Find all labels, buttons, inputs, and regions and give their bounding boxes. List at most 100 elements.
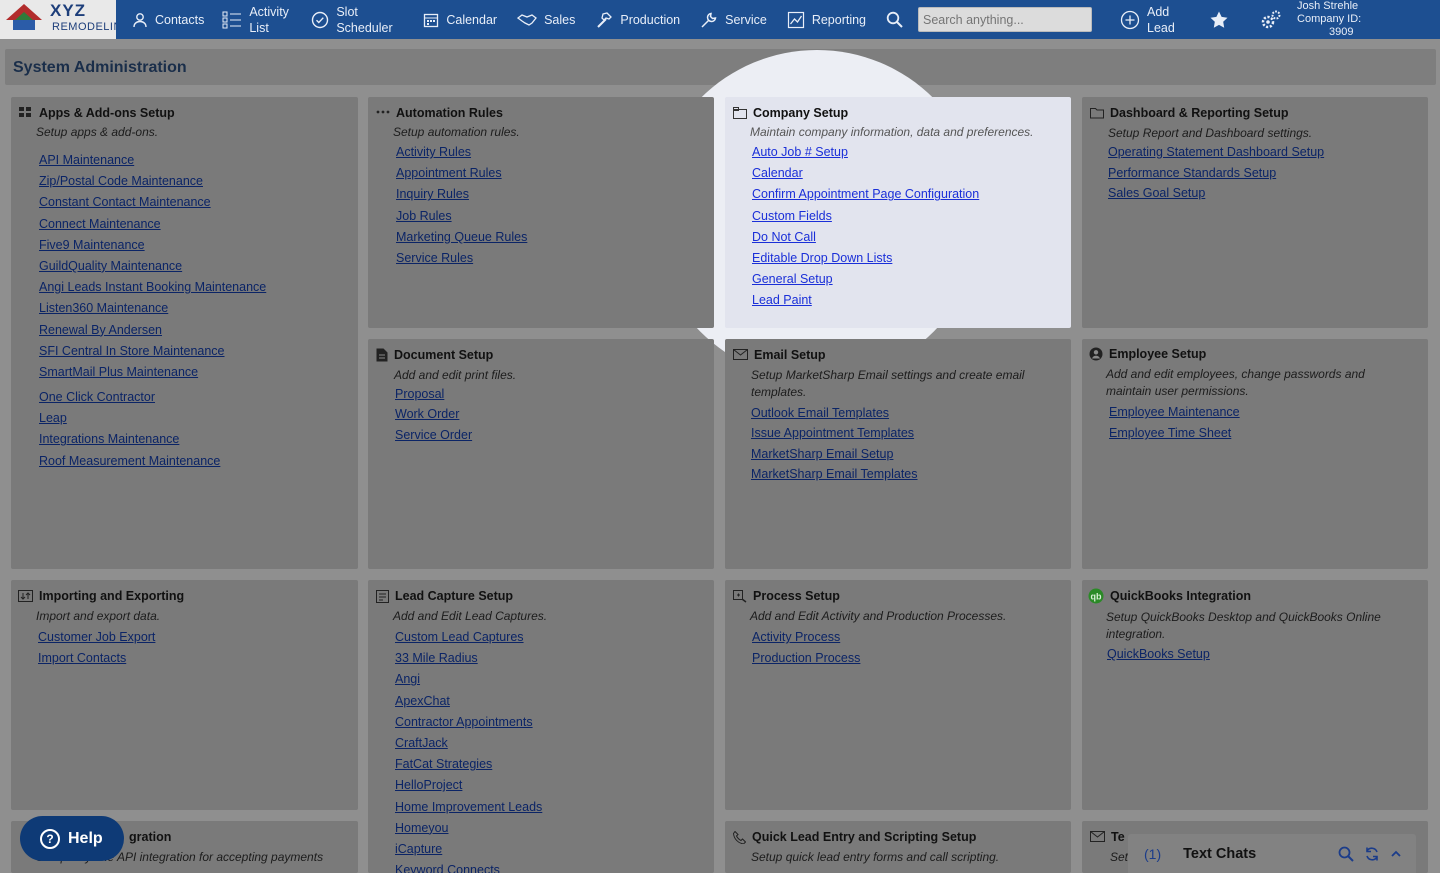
panel-company-title: Company Setup bbox=[733, 106, 1071, 120]
link-inquiry-rules[interactable]: Inquiry Rules bbox=[396, 187, 469, 201]
link-performance-standards[interactable]: Performance Standards Setup bbox=[1108, 166, 1276, 180]
link-production-process[interactable]: Production Process bbox=[752, 651, 860, 665]
link-quickbooks-setup[interactable]: QuickBooks Setup bbox=[1107, 647, 1210, 661]
link-icapture[interactable]: iCapture bbox=[395, 842, 442, 856]
link-proposal[interactable]: Proposal bbox=[395, 387, 444, 401]
link-custom-lead-captures[interactable]: Custom Lead Captures bbox=[395, 630, 524, 644]
leadcapture-links: Custom Lead Captures 33 Mile Radius Angi… bbox=[376, 627, 714, 873]
link-api-maintenance[interactable]: API Maintenance bbox=[39, 153, 134, 167]
link-apexchat[interactable]: ApexChat bbox=[395, 694, 450, 708]
link-issue-appointment-templates[interactable]: Issue Appointment Templates bbox=[751, 426, 914, 440]
chevron-up-icon[interactable] bbox=[1390, 848, 1402, 860]
panel-lead-capture: Lead Capture Setup Add and Edit Lead Cap… bbox=[368, 580, 714, 873]
link-homeyou[interactable]: Homeyou bbox=[395, 821, 449, 835]
link-confirm-appointment[interactable]: Confirm Appointment Page Configuration bbox=[752, 187, 979, 201]
add-lead-button[interactable]: Add Lead bbox=[1120, 0, 1181, 39]
nav-contacts-label: Contacts bbox=[155, 12, 205, 27]
link-listen360[interactable]: Listen360 Maintenance bbox=[39, 301, 168, 315]
link-sales-goal[interactable]: Sales Goal Setup bbox=[1108, 186, 1205, 200]
link-angi-leads[interactable]: Angi Leads Instant Booking Maintenance bbox=[39, 280, 266, 294]
link-helloproject[interactable]: HelloProject bbox=[395, 778, 462, 792]
link-import-contacts[interactable]: Import Contacts bbox=[38, 651, 126, 665]
help-button[interactable]: ? Help bbox=[20, 816, 124, 861]
link-home-improvement-leads[interactable]: Home Improvement Leads bbox=[395, 800, 542, 814]
link-activity-rules[interactable]: Activity Rules bbox=[396, 145, 471, 159]
nav-service[interactable]: Service bbox=[700, 0, 767, 39]
add-lead-label: Add Lead bbox=[1147, 4, 1175, 35]
link-calendar[interactable]: Calendar bbox=[752, 166, 803, 180]
quickbooks-links: QuickBooks Setup bbox=[1088, 644, 1428, 665]
search-icon bbox=[886, 11, 903, 28]
refresh-icon[interactable] bbox=[1364, 846, 1380, 862]
link-angi[interactable]: Angi bbox=[395, 672, 420, 686]
link-customer-job-export[interactable]: Customer Job Export bbox=[38, 630, 155, 644]
link-lead-paint[interactable]: Lead Paint bbox=[752, 293, 812, 307]
link-work-order[interactable]: Work Order bbox=[395, 407, 459, 421]
handshake-icon bbox=[517, 13, 538, 26]
nav-production-label: Production bbox=[620, 12, 681, 27]
nav-calendar[interactable]: Calendar bbox=[423, 0, 497, 39]
link-five9[interactable]: Five9 Maintenance bbox=[39, 238, 145, 252]
link-marketsharp-email-setup[interactable]: MarketSharp Email Setup bbox=[751, 447, 893, 461]
search-icon[interactable] bbox=[1338, 846, 1354, 862]
panel-leadcapture-desc: Add and Edit Lead Captures. bbox=[393, 609, 548, 623]
text-chats-widget[interactable]: (1) Text Chats bbox=[1128, 834, 1416, 873]
link-leap[interactable]: Leap bbox=[39, 411, 67, 425]
link-activity-process[interactable]: Activity Process bbox=[752, 630, 840, 644]
link-service-order[interactable]: Service Order bbox=[395, 428, 472, 442]
link-job-rules[interactable]: Job Rules bbox=[396, 209, 452, 223]
link-sfi-central[interactable]: SFI Central In Store Maintenance bbox=[39, 344, 225, 358]
link-appointment-rules[interactable]: Appointment Rules bbox=[396, 166, 502, 180]
link-renewal-by-andersen[interactable]: Renewal By Andersen bbox=[39, 323, 162, 337]
link-craftjack[interactable]: CraftJack bbox=[395, 736, 448, 750]
link-guildquality[interactable]: GuildQuality Maintenance bbox=[39, 259, 182, 273]
link-editable-dropdown-lists[interactable]: Editable Drop Down Lists bbox=[752, 251, 892, 265]
link-zip-postal[interactable]: Zip/Postal Code Maintenance bbox=[39, 174, 203, 188]
link-contractor-appointments[interactable]: Contractor Appointments bbox=[395, 715, 533, 729]
list-icon bbox=[222, 11, 242, 28]
company-id-value: 3909 bbox=[1329, 26, 1354, 38]
nav-sales[interactable]: Sales bbox=[517, 0, 575, 39]
link-general-setup[interactable]: General Setup bbox=[752, 272, 833, 286]
user-info[interactable]: Josh Strehle Company ID: 3909 bbox=[1297, 0, 1361, 39]
process-icon bbox=[733, 589, 747, 603]
link-operating-statement[interactable]: Operating Statement Dashboard Setup bbox=[1108, 145, 1324, 159]
nav-slot-scheduler[interactable]: Slot Scheduler bbox=[311, 0, 394, 39]
link-smartmail-plus[interactable]: SmartMail Plus Maintenance bbox=[39, 365, 198, 379]
link-auto-job-setup[interactable]: Auto Job # Setup bbox=[752, 145, 848, 159]
link-outlook-email-templates[interactable]: Outlook Email Templates bbox=[751, 406, 889, 420]
nav-production[interactable]: Production bbox=[595, 0, 680, 39]
link-custom-fields[interactable]: Custom Fields bbox=[752, 209, 832, 223]
link-do-not-call[interactable]: Do Not Call bbox=[752, 230, 816, 244]
link-marketing-queue-rules[interactable]: Marketing Queue Rules bbox=[396, 230, 527, 244]
link-integrations[interactable]: Integrations Maintenance bbox=[39, 432, 179, 446]
link-employee-time-sheet[interactable]: Employee Time Sheet bbox=[1109, 426, 1231, 440]
search-input[interactable] bbox=[918, 7, 1093, 32]
link-keyword-connects[interactable]: Keyword Connects bbox=[395, 863, 500, 873]
nav-contacts[interactable]: Contacts bbox=[132, 0, 204, 39]
link-employee-maintenance[interactable]: Employee Maintenance bbox=[1109, 405, 1240, 419]
link-connect[interactable]: Connect Maintenance bbox=[39, 217, 161, 231]
user-name: Josh Strehle bbox=[1297, 0, 1359, 12]
search-button[interactable] bbox=[886, 0, 910, 39]
apps-links: API Maintenance Zip/Postal Code Maintena… bbox=[19, 150, 358, 472]
nav-activity-list[interactable]: Activity List bbox=[222, 0, 295, 39]
link-service-rules[interactable]: Service Rules bbox=[396, 251, 473, 265]
company-logo[interactable]: XYZ REMODELING bbox=[0, 0, 116, 39]
panel-email-desc: Setup MarketSharp Email settings and cre… bbox=[751, 368, 1025, 399]
building-icon bbox=[733, 107, 747, 119]
link-constant-contact[interactable]: Constant Contact Maintenance bbox=[39, 195, 211, 209]
link-33-mile-radius[interactable]: 33 Mile Radius bbox=[395, 651, 478, 665]
favorites-button[interactable] bbox=[1209, 0, 1236, 39]
settings-button[interactable] bbox=[1260, 0, 1289, 39]
link-marketsharp-email-templates[interactable]: MarketSharp Email Templates bbox=[751, 467, 918, 481]
employee-links: Employee Maintenance Employee Time Sheet bbox=[1089, 402, 1428, 444]
panel-importing-desc: Import and export data. bbox=[36, 609, 161, 623]
clock-check-icon bbox=[312, 11, 329, 28]
link-fatcat-strategies[interactable]: FatCat Strategies bbox=[395, 757, 492, 771]
link-one-click-contractor[interactable]: One Click Contractor bbox=[39, 390, 155, 404]
nav-reporting[interactable]: Reporting bbox=[787, 0, 866, 39]
panel-quickbooks: qb QuickBooks Integration Setup QuickBoo… bbox=[1082, 580, 1428, 810]
hammer-icon bbox=[597, 11, 613, 28]
link-roof-measurement[interactable]: Roof Measurement Maintenance bbox=[39, 454, 220, 468]
